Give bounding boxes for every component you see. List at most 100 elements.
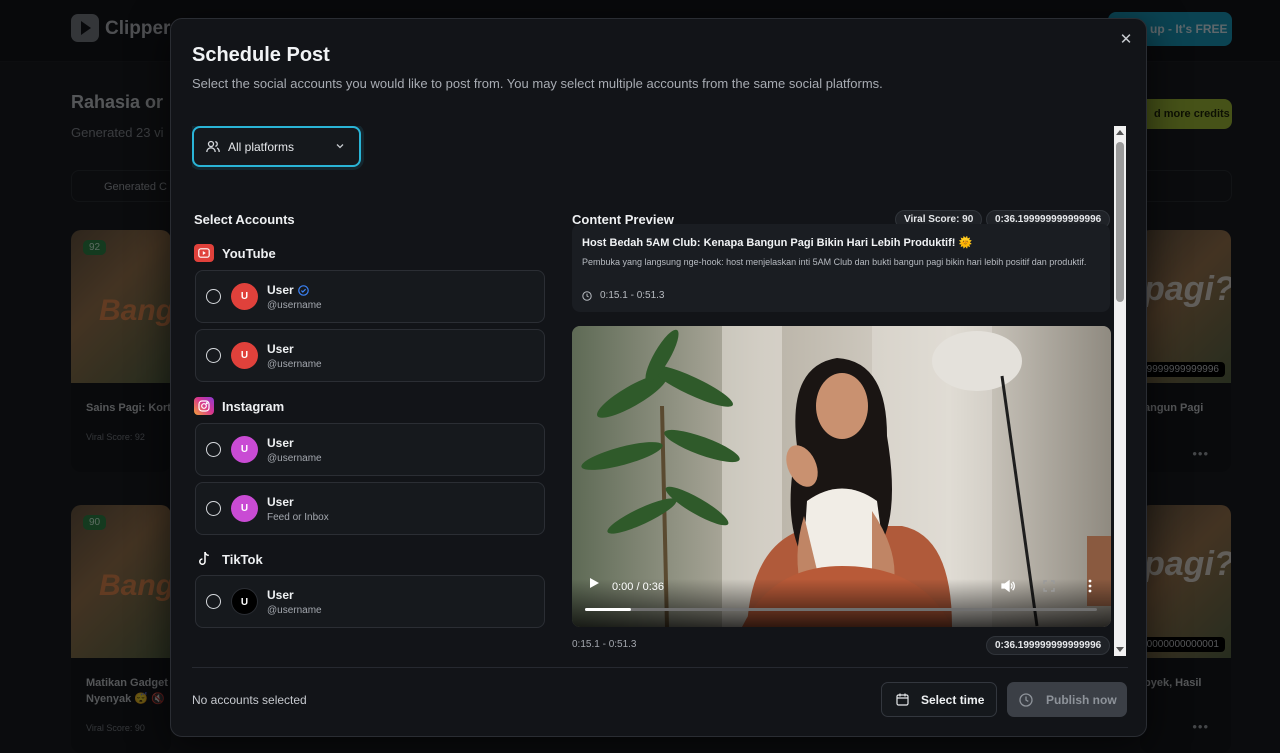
scrollbar-thumb[interactable] [1116, 142, 1124, 302]
account-name: User [267, 588, 294, 602]
account-radio[interactable] [206, 501, 221, 516]
account-row[interactable]: U User @username [195, 329, 545, 382]
play-icon[interactable] [589, 577, 600, 589]
instagram-icon [194, 397, 214, 415]
clip-range-footer: 0:15.1 - 0:51.3 [572, 639, 637, 650]
thumbnail-text: pagi? [1144, 270, 1231, 308]
schedule-post-dialog: Schedule Post Select the social accounts… [170, 18, 1147, 737]
duration-badge: 000000000000001 [1140, 637, 1225, 652]
platform-header-instagram: Instagram [194, 397, 284, 415]
generated-tab[interactable]: Generated C [71, 170, 176, 202]
dialog-scroll-area[interactable]: All platforms Select Accounts YouTube U … [192, 126, 1128, 656]
page-title: Rahasia or [71, 92, 164, 112]
clip-card-title: Matikan Gadget Nyenyak 😴 🔇 [86, 675, 168, 707]
clip-card[interactable]: pagi? 99999999999996 angun Pagi ••• [1140, 230, 1231, 472]
account-radio[interactable] [206, 594, 221, 609]
thumbnail-text: Bangu [99, 569, 171, 602]
scrollbar[interactable] [1114, 126, 1126, 656]
footer-divider [192, 667, 1128, 668]
video-progress-bar[interactable] [585, 608, 1097, 611]
scroll-down-icon[interactable] [1116, 647, 1124, 652]
platform-header-tiktok: TikTok [194, 550, 263, 568]
publish-now-label: Publish now [1046, 692, 1117, 707]
close-icon[interactable]: ✕ [1117, 31, 1135, 49]
clip-thumbnail: pagi? 000000000000001 [1140, 505, 1231, 658]
clip-card-title: Sains Pagi: Kort [86, 402, 171, 414]
select-time-label: Select time [921, 692, 985, 707]
video-time: 0:00 / 0:36 [612, 581, 664, 593]
account-row[interactable]: U User Feed or Inbox [195, 482, 545, 535]
viral-badge: 92 [83, 240, 107, 255]
thumbnail-text: pagi? [1144, 545, 1231, 583]
thumbnail-text: Bangu [99, 294, 171, 327]
avatar: U [231, 342, 258, 369]
scroll-up-icon[interactable] [1116, 130, 1124, 135]
clock-icon [582, 290, 592, 301]
account-name: User [267, 342, 294, 356]
calendar-icon [896, 693, 909, 706]
dialog-title: Schedule Post [192, 44, 330, 66]
video-player[interactable]: 0:00 / 0:36 [572, 326, 1111, 627]
select-time-button[interactable]: Select time [881, 682, 997, 717]
account-radio[interactable] [206, 289, 221, 304]
sort-select[interactable] [1140, 170, 1232, 202]
platform-filter-select[interactable]: All platforms [192, 126, 361, 167]
more-options-icon[interactable]: ••• [1192, 446, 1209, 461]
account-handle: @username [267, 453, 322, 464]
account-handle: @username [267, 359, 322, 370]
account-handle: Feed or Inbox [267, 512, 329, 523]
clip-card-title-line: Matikan Gadget [86, 677, 168, 689]
clip-card[interactable]: pagi? 000000000000001 pyek, Hasil ••• [1140, 505, 1231, 753]
verified-icon [297, 284, 309, 296]
clip-card-score: Viral Score: 90 [86, 723, 145, 733]
clip-card[interactable]: 92 Bangu Sains Pagi: Kort Viral Score: 9… [71, 230, 171, 472]
select-accounts-heading: Select Accounts [194, 212, 295, 227]
account-handle: @username [267, 605, 322, 616]
more-options-icon[interactable] [1088, 579, 1092, 593]
clip-thumbnail: 90 Bangu [71, 505, 171, 658]
clip-description: Pembuka yang langsung nge-hook: host men… [582, 257, 1087, 267]
dialog-description: Select the social accounts you would lik… [192, 76, 883, 91]
account-row[interactable]: U User @username [195, 575, 545, 628]
volume-icon[interactable] [1001, 579, 1015, 593]
account-radio[interactable] [206, 348, 221, 363]
avatar: U [231, 495, 258, 522]
tiktok-icon [194, 550, 214, 568]
publish-now-button[interactable]: Publish now [1007, 682, 1127, 717]
clip-range-text: 0:15.1 - 0:51.3 [600, 290, 665, 301]
account-row[interactable]: U User @username [195, 270, 545, 323]
duration-badge: 99999999999996 [1140, 362, 1225, 377]
account-name-text: User [267, 283, 294, 297]
brand-name: Clipper [105, 18, 171, 39]
video-progress-fill [585, 608, 632, 611]
fullscreen-icon[interactable] [1043, 580, 1055, 592]
clock-icon [1019, 692, 1033, 707]
account-row[interactable]: U User @username [195, 423, 545, 476]
account-name: User [267, 495, 294, 509]
platform-name: TikTok [222, 551, 263, 567]
clip-card[interactable]: 90 Bangu Matikan Gadget Nyenyak 😴 🔇 Vira… [71, 505, 171, 753]
clip-card-score: Viral Score: 92 [86, 432, 145, 442]
clip-thumbnail: pagi? 99999999999996 [1140, 230, 1231, 383]
platform-filter-label: All platforms [228, 139, 295, 154]
avatar: U [231, 588, 258, 615]
clip-info-card: Host Bedah 5AM Club: Kenapa Bangun Pagi … [572, 224, 1110, 312]
clip-card-title: pyek, Hasil [1144, 677, 1202, 689]
account-name: User [267, 283, 309, 297]
selection-status: No accounts selected [192, 693, 307, 707]
avatar: U [231, 283, 258, 310]
platform-header-youtube: YouTube [194, 244, 276, 262]
platform-name: Instagram [222, 398, 285, 414]
account-handle: @username [267, 300, 322, 311]
duration-badge-footer: 0:36.199999999999996 [986, 636, 1111, 655]
youtube-icon [194, 244, 214, 262]
clip-time-range: 0:15.1 - 0:51.3 [582, 290, 665, 301]
account-radio[interactable] [206, 442, 221, 457]
avatar: U [231, 436, 258, 463]
clip-card-title: angun Pagi [1144, 402, 1204, 414]
clip-thumbnail: 92 Bangu [71, 230, 171, 383]
page-subtitle: Generated 23 vi [71, 125, 164, 140]
more-options-icon[interactable]: ••• [1192, 719, 1209, 734]
users-icon [206, 140, 220, 153]
viral-badge: 90 [83, 515, 107, 530]
